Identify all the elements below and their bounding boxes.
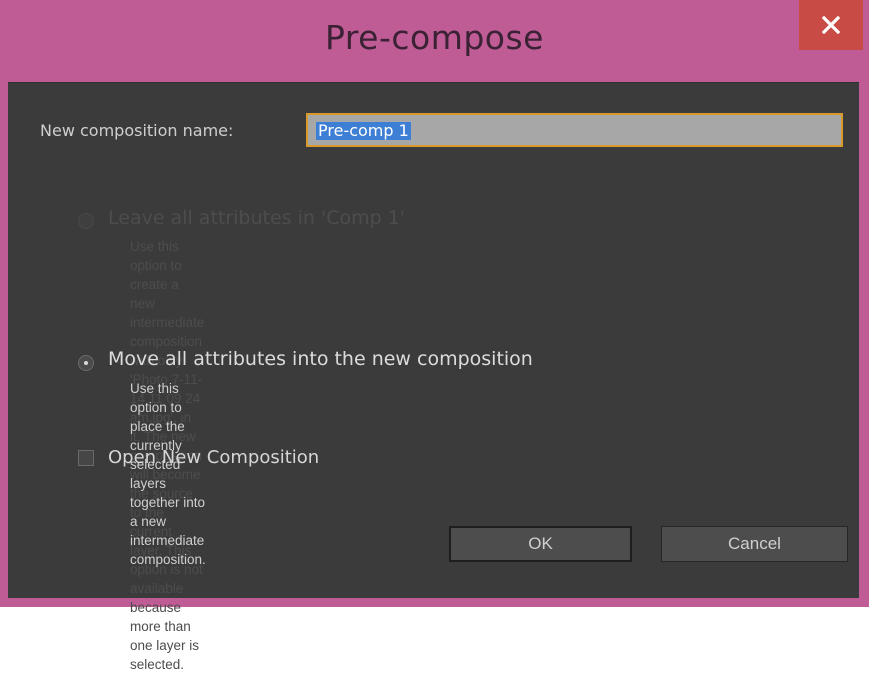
ok-button[interactable]: OK — [449, 526, 632, 562]
move-attributes-radio[interactable] — [78, 355, 94, 371]
title-bar[interactable]: Pre-compose — [0, 0, 869, 82]
dialog-window: Pre-compose New composition name: Pre-co… — [0, 0, 869, 672]
close-button[interactable] — [799, 0, 863, 50]
composition-name-value: Pre-comp 1 — [316, 121, 411, 140]
close-icon — [822, 16, 840, 34]
composition-name-input[interactable]: Pre-comp 1 — [306, 113, 843, 147]
leave-attributes-radio — [78, 213, 94, 229]
move-attributes-description: Use this option to place the currently s… — [130, 379, 206, 569]
composition-name-label: New composition name: — [40, 121, 234, 140]
open-new-composition-label[interactable]: Open New Composition — [108, 447, 319, 468]
dialog-body: New composition name: Pre-comp 1 Leave a… — [8, 82, 859, 672]
dialog-title: Pre-compose — [325, 18, 544, 57]
cancel-button[interactable]: Cancel — [661, 526, 848, 562]
description-line: intermediate composition. — [130, 533, 206, 567]
description-line: selected. — [130, 657, 185, 672]
move-attributes-title[interactable]: Move all attributes into the new composi… — [108, 348, 533, 370]
leave-attributes-title: Leave all attributes in 'Comp 1' — [108, 207, 406, 229]
radio-selected-dot — [84, 361, 88, 365]
open-new-composition-checkbox[interactable] — [78, 450, 94, 466]
